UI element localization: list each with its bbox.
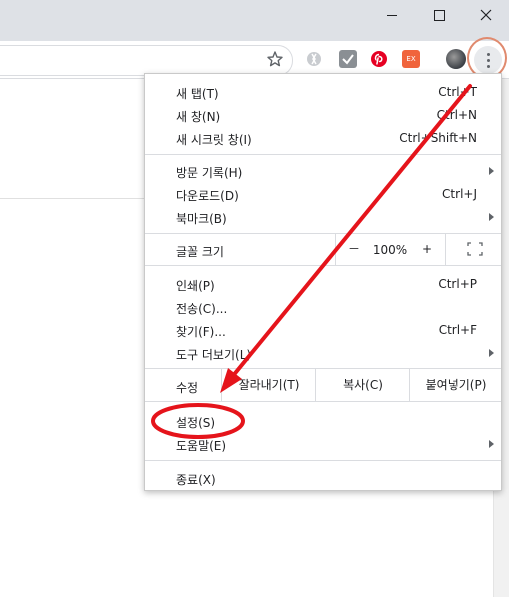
menu-label: 새 시크릿 창(I) <box>176 133 252 147</box>
menu-label: 새 창(N) <box>176 110 221 124</box>
menu-item-bookmarks[interactable]: 북마크(B) <box>145 206 501 229</box>
menu-item-exit[interactable]: 종료(X) <box>145 467 501 490</box>
menu-item-new-window[interactable]: 새 창(N) Ctrl+N <box>145 104 501 127</box>
menu-zoom-row: 글꼴 크기 － 100% + <box>145 234 501 265</box>
title-bar <box>0 0 509 41</box>
menu-item-find[interactable]: 찾기(F)... Ctrl+F <box>145 319 501 342</box>
zoom-label: 글꼴 크기 <box>176 245 224 259</box>
menu-label: 도구 더보기(L) <box>176 348 252 362</box>
menu-edit-row: 수정 잘라내기(T) 복사(C) 붙여넣기(P) <box>145 369 501 401</box>
menu-shortcut: Ctrl+T <box>438 85 477 99</box>
menu-label: 설정(S) <box>176 416 216 430</box>
maximize-icon <box>433 9 445 21</box>
profile-avatar[interactable] <box>446 49 466 69</box>
menu-label: 인쇄(P) <box>176 279 215 293</box>
address-bar[interactable] <box>0 45 293 76</box>
zoom-in-button[interactable]: + <box>409 234 445 265</box>
menu-separator <box>145 460 501 461</box>
menu-label: 도움말(E) <box>176 439 227 453</box>
menu-separator <box>145 154 501 155</box>
menu-item-more-tools[interactable]: 도구 더보기(L) <box>145 342 501 365</box>
menu-item-print[interactable]: 인쇄(P) Ctrl+P <box>145 273 501 296</box>
menu-shortcut: Ctrl+Shift+N <box>399 131 477 145</box>
menu-item-cast[interactable]: 전송(C)... <box>145 296 501 319</box>
menu-separator <box>145 265 501 266</box>
menu-label: 종료(X) <box>176 473 216 487</box>
menu-label: 찾기(F)... <box>176 325 226 339</box>
menu-shortcut: Ctrl+P <box>438 277 477 291</box>
paste-button[interactable]: 붙여넣기(P) <box>409 369 502 401</box>
menu-item-incognito[interactable]: 새 시크릿 창(I) Ctrl+Shift+N <box>145 127 501 150</box>
submenu-arrow-icon <box>489 349 494 357</box>
maximize-button[interactable] <box>416 0 462 30</box>
submenu-arrow-icon <box>489 167 494 175</box>
cut-button[interactable]: 잘라내기(T) <box>221 369 316 401</box>
ex-badge-icon[interactable]: EX <box>402 50 420 68</box>
check-icon[interactable] <box>339 50 357 68</box>
menu-separator <box>145 401 501 402</box>
zoom-value: 100% <box>372 243 408 257</box>
fullscreen-button[interactable] <box>445 234 502 265</box>
fullscreen-icon <box>467 242 483 256</box>
menu-label: 북마크(B) <box>176 212 227 226</box>
star-icon[interactable] <box>266 50 284 68</box>
submenu-arrow-icon <box>489 213 494 221</box>
menu-item-new-tab[interactable]: 새 탭(T) Ctrl+T <box>145 81 501 104</box>
menu-shortcut: Ctrl+N <box>436 108 477 122</box>
chrome-menu: 새 탭(T) Ctrl+T 새 창(N) Ctrl+N 새 시크릿 창(I) C… <box>144 73 502 491</box>
submenu-arrow-icon <box>489 440 494 448</box>
menu-label: 다운로드(D) <box>176 189 239 203</box>
menu-label: 새 탭(T) <box>176 87 219 101</box>
menu-item-history[interactable]: 방문 기록(H) <box>145 160 501 183</box>
close-icon <box>480 9 492 21</box>
menu-label: 방문 기록(H) <box>176 166 243 180</box>
copy-button[interactable]: 복사(C) <box>315 369 410 401</box>
page-divider <box>0 198 145 199</box>
edit-label: 수정 <box>176 381 199 395</box>
menu-item-help[interactable]: 도움말(E) <box>145 433 501 456</box>
minimize-icon <box>387 14 397 16</box>
zoom-out-button[interactable]: － <box>335 234 372 265</box>
menu-item-downloads[interactable]: 다운로드(D) Ctrl+J <box>145 183 501 206</box>
minimize-button[interactable] <box>369 0 415 30</box>
menu-item-settings[interactable]: 설정(S) <box>145 410 501 433</box>
menu-label: 전송(C)... <box>176 302 228 316</box>
menu-shortcut: Ctrl+J <box>442 187 477 201</box>
menu-shortcut: Ctrl+F <box>438 323 477 337</box>
close-button[interactable] <box>463 0 509 30</box>
pinterest-icon[interactable] <box>370 50 388 68</box>
s-logo-icon[interactable] <box>305 50 323 68</box>
